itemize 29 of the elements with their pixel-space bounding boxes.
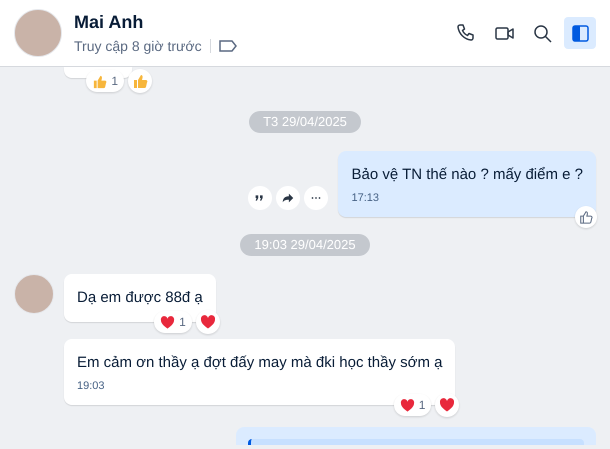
side-panel-button[interactable] — [564, 17, 596, 49]
message-text: Em cảm ơn thầy ạ đợt đấy may mà đki học thầy sớm ạ — [77, 353, 442, 373]
react-button[interactable] — [575, 206, 597, 228]
search-icon — [532, 22, 552, 44]
reaction-count: 1 — [179, 314, 186, 331]
contact-name: Mai Anh — [74, 10, 144, 34]
reaction-count-pill[interactable]: 1 — [86, 70, 124, 92]
react-button[interactable] — [435, 393, 460, 417]
tag-icon[interactable] — [218, 40, 237, 52]
message-time: 19:03 — [77, 379, 105, 393]
heart-icon — [200, 314, 216, 330]
thumbs-up-icon — [132, 73, 148, 89]
last-seen-status: Truy cập 8 giờ trước — [74, 36, 202, 56]
message-text: Dạ em được 88đ ạ — [77, 288, 203, 308]
message-text: Bảo vệ TN thế nào ? mấy điểm e ? — [351, 165, 583, 185]
reaction-count-pill[interactable]: 1 — [394, 394, 432, 416]
side-panel-icon — [570, 22, 590, 44]
reaction-count: 1 — [418, 397, 426, 414]
date-separator: 19:03 29/04/2025 — [240, 234, 370, 256]
message-time: 17:13 — [351, 191, 379, 205]
reaction-count-pill[interactable]: 1 — [154, 311, 192, 333]
phone-icon — [456, 22, 476, 44]
date-separator: T3 29/04/2025 — [249, 111, 361, 133]
heart-icon — [439, 397, 456, 413]
react-button[interactable] — [196, 310, 220, 334]
reaction-count: 1 — [111, 73, 118, 90]
quote-button[interactable] — [248, 186, 272, 210]
forward-arrow-button[interactable] — [276, 186, 300, 210]
thumbs-up-icon — [579, 210, 593, 224]
